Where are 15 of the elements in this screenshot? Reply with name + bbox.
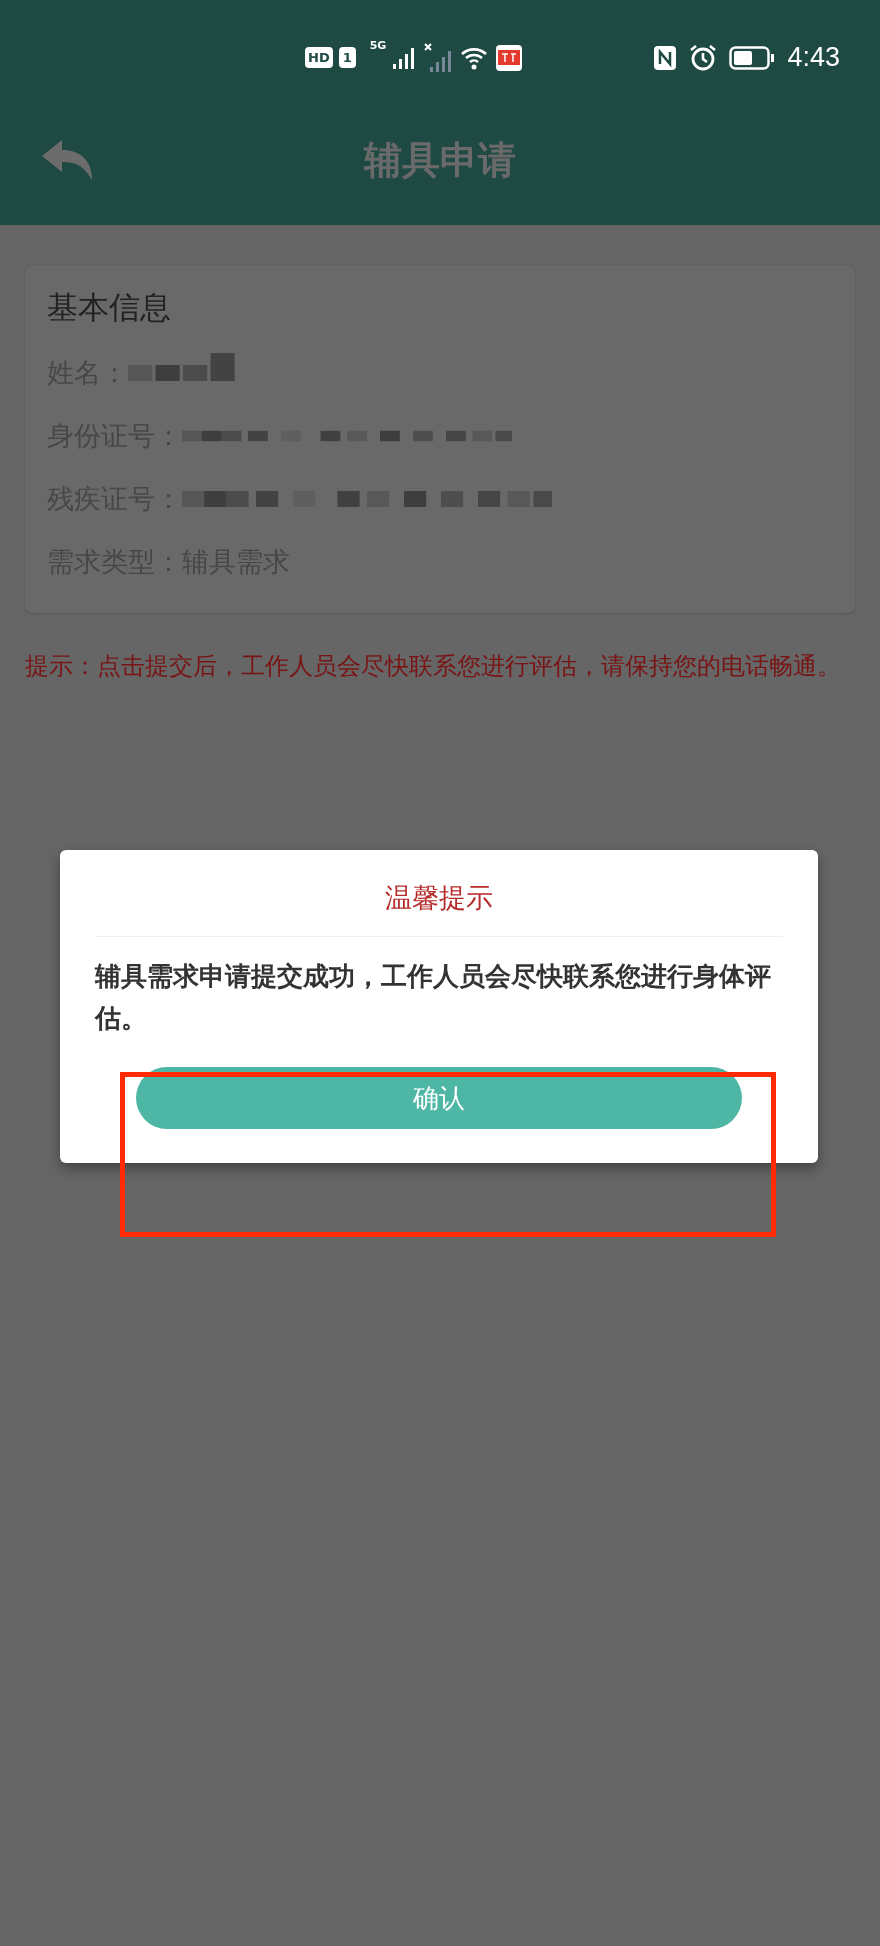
dialog-message: 辅具需求申请提交成功，工作人员会尽快联系您进行身体评估。 xyxy=(93,960,772,1035)
clock-time: 4:43 xyxy=(787,42,840,73)
confirm-button[interactable]: 确认 xyxy=(136,1067,742,1129)
page-title: 辅具申请 xyxy=(364,136,516,184)
hint-text: 提示：点击提交后，工作人员会尽快联系您进行评估，请保持您的电话畅通。 xyxy=(25,651,842,682)
battery-icon xyxy=(729,45,776,70)
hd-badge: HD xyxy=(305,47,333,68)
app-icon xyxy=(496,44,523,71)
dialog-title: 温馨提示 xyxy=(95,850,783,937)
card-title: 基本信息 xyxy=(47,288,172,327)
network-label: 5G xyxy=(369,38,387,52)
nfc-icon xyxy=(653,44,678,71)
back-icon[interactable] xyxy=(40,138,94,182)
sim-badge: 1 xyxy=(338,47,356,68)
alarm-icon xyxy=(689,43,718,72)
